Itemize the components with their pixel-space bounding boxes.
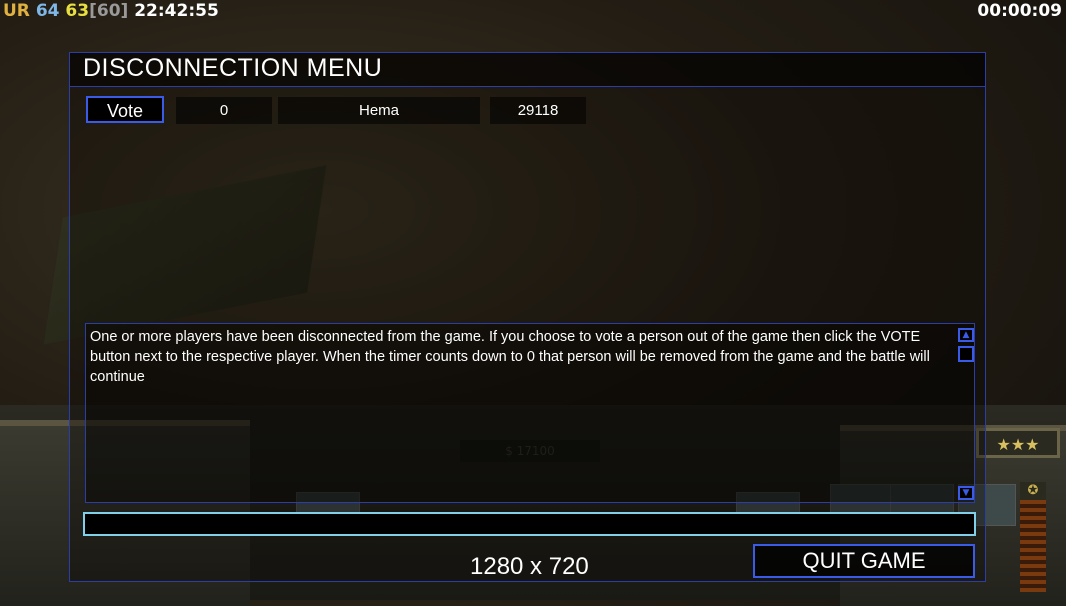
resolution-label: 1280 x 720 — [470, 553, 589, 580]
rank-stars: ★★★ — [976, 428, 1060, 458]
stat-a: 64 — [35, 1, 60, 21]
disconnection-dialog: DISCONNECTION MENU Vote 0 Hema 29118 One… — [69, 52, 986, 582]
quit-game-button[interactable]: QUIT GAME — [753, 544, 975, 578]
scroll-up-arrow-icon[interactable]: ▲ — [958, 328, 974, 342]
scroll-thumb[interactable] — [958, 346, 974, 362]
message-box: One or more players have been disconnect… — [85, 323, 975, 503]
chat-input[interactable] — [83, 512, 976, 536]
faction-tag: UR — [3, 1, 30, 21]
dialog-title: DISCONNECTION MENU — [83, 54, 383, 82]
game-timer: 00:00:09 — [977, 1, 1062, 21]
stat-c: [60] — [89, 1, 129, 21]
star-badge-icon: ✪ — [1020, 482, 1046, 500]
scroll-down-arrow-icon[interactable]: ▼ — [958, 486, 974, 500]
player-vote-count: 0 — [176, 97, 272, 124]
dialog-title-bar: DISCONNECTION MENU — [70, 53, 985, 87]
message-scrollbar[interactable]: ▲ ▼ — [958, 324, 974, 502]
disconnect-message: One or more players have been disconnect… — [90, 329, 930, 385]
performance-stats: UR 64 63[60] 22:42:55 — [3, 0, 219, 22]
player-name: Hema — [278, 97, 480, 124]
system-clock: 22:42:55 — [134, 1, 219, 21]
player-ping: 29118 — [490, 97, 586, 124]
stat-b: 63 — [65, 1, 90, 21]
rank-progress-bar — [1020, 500, 1046, 592]
vote-button[interactable]: Vote — [86, 96, 164, 123]
